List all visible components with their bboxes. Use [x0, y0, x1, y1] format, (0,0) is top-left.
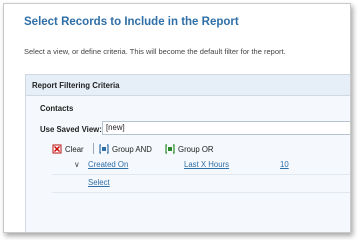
panel-header-title: Report Filtering Criteria	[32, 81, 120, 90]
group-and-button[interactable]: Group AND	[99, 142, 152, 156]
row-divider	[52, 174, 350, 175]
dialog-subtitle: Select a view, or define criteria. This …	[24, 47, 286, 56]
panel-header: Report Filtering Criteria	[26, 75, 350, 96]
select-row: Select	[52, 177, 350, 191]
filter-panel: Report Filtering Criteria Contacts Use S…	[25, 74, 350, 232]
row-divider	[52, 192, 350, 193]
group-and-label: Group AND	[112, 144, 152, 154]
criteria-toolbar: Clear Group AND Group OR	[52, 142, 350, 156]
toolbar-divider	[93, 143, 94, 154]
saved-view-label: Use Saved View:	[40, 125, 102, 134]
criteria-row: ∨ Created On Last X Hours 10	[52, 159, 350, 173]
clear-icon	[52, 144, 62, 154]
chevron-down-icon[interactable]: ∨	[74, 160, 80, 169]
group-or-icon	[165, 144, 175, 154]
criteria-operator[interactable]: Last X Hours	[184, 160, 229, 169]
group-or-label: Group OR	[178, 144, 214, 154]
group-and-icon	[99, 144, 109, 154]
panel-body: Contacts Use Saved View: [new] Clear Gro…	[26, 96, 350, 232]
criteria-value[interactable]: 10	[280, 160, 289, 169]
dialog-window: Select Records to Include in the Report …	[3, 3, 351, 233]
select-field-link[interactable]: Select	[88, 178, 110, 187]
clear-button[interactable]: Clear	[52, 142, 84, 156]
dialog-title: Select Records to Include in the Report	[24, 16, 239, 28]
group-or-button[interactable]: Group OR	[165, 142, 214, 156]
entity-name: Contacts	[40, 104, 74, 113]
saved-view-select[interactable]: [new]	[102, 121, 350, 135]
clear-button-label: Clear	[65, 144, 84, 154]
criteria-field[interactable]: Created On	[88, 160, 128, 169]
